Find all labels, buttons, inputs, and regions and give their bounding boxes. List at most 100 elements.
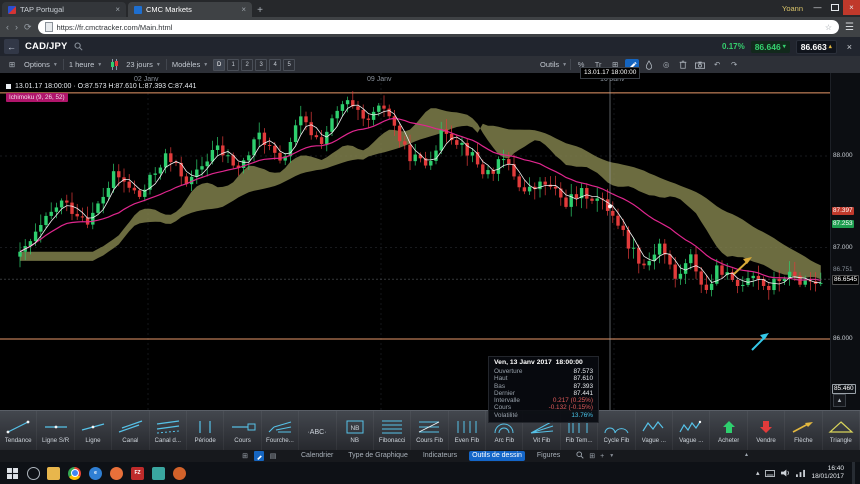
price-axis[interactable]: 88.000 87.397 87.253 87.000 86.751 86.6545 86.…: [830, 73, 860, 410]
firefox-icon[interactable]: [110, 466, 123, 480]
delete-trash-icon[interactable]: [676, 59, 690, 71]
browser-profile-name[interactable]: Yoann: [776, 4, 809, 13]
tool-cycle-fib[interactable]: Cycle Fib: [598, 411, 636, 451]
new-tab-button[interactable]: +: [252, 4, 268, 17]
options-dropdown[interactable]: Options ▼: [24, 60, 58, 69]
reload-icon[interactable]: ⟳: [24, 22, 32, 32]
layers-icon[interactable]: ▤: [268, 451, 278, 461]
layout-button-d[interactable]: D: [213, 58, 226, 71]
color-droplet-icon[interactable]: [642, 59, 656, 71]
wave2-icon: [678, 419, 704, 436]
layout-button-1[interactable]: 1: [227, 58, 240, 71]
panel-add-icon[interactable]: +: [600, 453, 604, 460]
volume-icon[interactable]: [781, 469, 790, 477]
browser-tab-tap-portugal[interactable]: TAP Portugal ×: [2, 2, 126, 17]
tool-cours-fib[interactable]: Cours Fib: [411, 411, 449, 451]
panel-search-icon[interactable]: [576, 451, 584, 461]
undo-icon[interactable]: ↶: [710, 59, 724, 71]
tab-outils-de-dessin[interactable]: Outils de dessin: [469, 451, 525, 461]
tool-even-fib[interactable]: Even Fib: [449, 411, 487, 451]
tooltip-rows: Ouverture 87.573 Haut 87.610 Bas 87.393 Dernie…: [494, 368, 593, 419]
maximize-button[interactable]: [826, 0, 843, 15]
layout-button-4[interactable]: 4: [269, 58, 282, 71]
models-dropdown[interactable]: Modèles ▼: [172, 60, 208, 69]
minimize-button[interactable]: —: [809, 0, 826, 15]
tab-type-de-graphique[interactable]: Type de Graphique: [345, 451, 411, 461]
tool-canal[interactable]: Canal: [112, 411, 150, 451]
chart-area[interactable]: 02 Janv 09 Janv 16 Janv 13.01.17 18:00:00 …: [0, 67, 860, 424]
tool-fl-che[interactable]: Flèche: [785, 411, 823, 451]
panel-layout-icon[interactable]: ⊞: [589, 452, 595, 460]
scroll-up-button[interactable]: ▲: [833, 394, 846, 407]
tool-text-abc[interactable]: ·ABC·: [299, 411, 337, 451]
layout-button-3[interactable]: 3: [255, 58, 268, 71]
buy-price-button[interactable]: 86.663 ▴: [795, 39, 837, 54]
tool-vendre[interactable]: Vendre: [748, 411, 786, 451]
edge-icon[interactable]: e: [89, 466, 102, 480]
crosshair-target-icon[interactable]: ◎: [659, 59, 673, 71]
collapse-panel-icon[interactable]: ▴: [745, 451, 748, 458]
app-orange-icon[interactable]: [173, 466, 186, 480]
tool-vague[interactable]: Vague ...: [636, 411, 674, 451]
browser-menu-icon[interactable]: ☰: [845, 22, 854, 33]
taskbar-clock[interactable]: 16:40 18/01/2017: [811, 465, 844, 480]
network-icon[interactable]: [796, 469, 806, 477]
bookmark-star-icon[interactable]: ☆: [825, 23, 832, 32]
instrument-symbol[interactable]: CAD/JPY: [25, 41, 68, 52]
layout-button-2[interactable]: 2: [241, 58, 254, 71]
grid-layout-icon[interactable]: ⊞: [5, 59, 19, 71]
filezilla-icon[interactable]: FZ: [131, 466, 144, 480]
clock-time: 16:40: [827, 465, 844, 473]
panel-grid-icon[interactable]: ⊞: [240, 451, 250, 461]
tool-triangle[interactable]: Triangle: [823, 411, 860, 451]
tool-tendance[interactable]: Tendance: [0, 411, 38, 451]
candlestick-chart[interactable]: 02 Janv 09 Janv 16 Janv: [0, 73, 830, 410]
tool-cours[interactable]: Cours: [224, 411, 262, 451]
touch-keyboard-icon[interactable]: [765, 469, 776, 477]
layout-button-5[interactable]: 5: [283, 58, 296, 71]
close-button[interactable]: ×: [843, 0, 860, 15]
start-button-icon[interactable]: [5, 466, 19, 480]
buy-arrow-icon: [716, 419, 742, 436]
range-dropdown[interactable]: 23 jours ▼: [126, 60, 161, 69]
back-icon[interactable]: ‹: [6, 22, 9, 32]
url-field[interactable]: https://fr.cmctracker.com/Main.html ☆: [37, 20, 840, 34]
candlestick-type-icon[interactable]: [107, 59, 121, 71]
sell-arrow-icon: [753, 419, 779, 436]
tool-fourche[interactable]: Fourche...: [262, 411, 300, 451]
ichimoku-indicator-chip[interactable]: Ichimoku (9, 26, 52): [6, 93, 68, 102]
tool-acheter[interactable]: Acheter: [710, 411, 748, 451]
tool-ligne[interactable]: Ligne: [75, 411, 113, 451]
drawing-mode-pencil-icon[interactable]: [254, 451, 264, 461]
tooltip-row-label: Bas: [494, 382, 506, 390]
app-teal-icon[interactable]: [152, 466, 165, 480]
chart-close-icon[interactable]: ×: [843, 42, 856, 52]
tab-calendrier[interactable]: Calendrier: [298, 451, 336, 461]
file-explorer-icon[interactable]: [47, 466, 60, 480]
symbol-search-icon[interactable]: [74, 38, 83, 56]
action-center-strip[interactable]: [852, 462, 855, 484]
page-info-icon[interactable]: [44, 22, 53, 32]
tools-dropdown[interactable]: Outils ▼: [540, 60, 567, 69]
tab-figures[interactable]: Figures: [534, 451, 563, 461]
timeframe-dropdown[interactable]: 1 heure ▼: [69, 60, 102, 69]
tray-expand-icon[interactable]: ▴: [756, 469, 760, 477]
panel-caret-icon[interactable]: ▼: [609, 453, 614, 459]
tab-close-icon[interactable]: ×: [115, 5, 120, 14]
app-back-button[interactable]: ←: [4, 39, 19, 54]
forward-icon[interactable]: ›: [15, 22, 18, 32]
tool-fibonacci[interactable]: Fibonacci: [374, 411, 412, 451]
tab-close-icon[interactable]: ×: [241, 5, 246, 14]
tool-p-riode[interactable]: Période: [187, 411, 225, 451]
tab-indicateurs[interactable]: Indicateurs: [420, 451, 460, 461]
cortana-icon[interactable]: [26, 466, 40, 480]
sell-price-button[interactable]: 86.646 ▾: [750, 40, 790, 53]
tool-ligne-s-r[interactable]: Ligne S/R: [37, 411, 75, 451]
redo-icon[interactable]: ↷: [727, 59, 741, 71]
tool-canal-d[interactable]: Canal d...: [150, 411, 187, 451]
browser-tab-cmc-markets[interactable]: CMC Markets ×: [128, 2, 252, 17]
chrome-icon[interactable]: [68, 466, 81, 480]
tool-nb[interactable]: NB NB: [337, 411, 374, 451]
snapshot-camera-icon[interactable]: [693, 59, 707, 71]
tool-vague[interactable]: Vague ...: [673, 411, 711, 451]
